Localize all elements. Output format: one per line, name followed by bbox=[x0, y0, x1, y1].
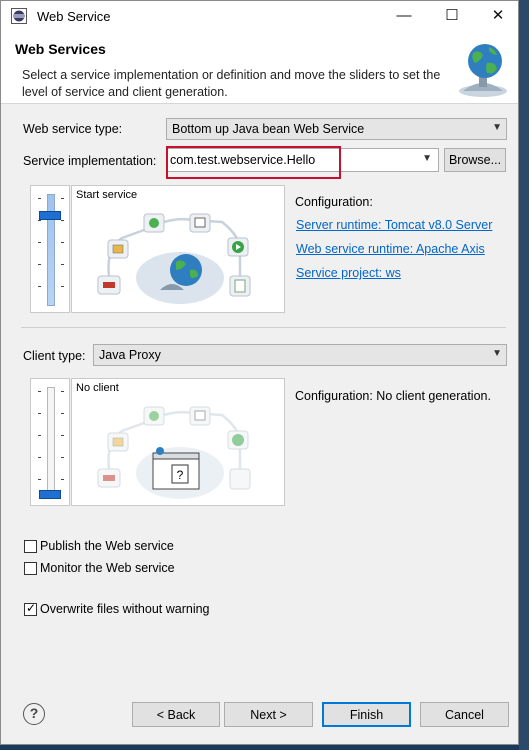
eclipse-app-icon bbox=[11, 8, 27, 24]
slider-tick bbox=[61, 264, 64, 265]
back-button[interactable]: < Back bbox=[132, 702, 220, 727]
svg-text:?: ? bbox=[177, 468, 184, 482]
service-type-label: Web service type: bbox=[23, 122, 123, 136]
client-type-select[interactable]: Java Proxy ▼ bbox=[93, 344, 507, 366]
overwrite-checkbox[interactable]: ✓ bbox=[24, 601, 37, 616]
service-project-link[interactable]: Service project: ws bbox=[296, 266, 401, 280]
slider-tick bbox=[38, 286, 41, 287]
publish-checkbox[interactable] bbox=[24, 540, 37, 553]
slider-tick bbox=[61, 286, 64, 287]
finish-button[interactable]: Finish bbox=[322, 702, 411, 727]
client-type-label: Client type: bbox=[23, 349, 86, 363]
slider-thumb[interactable] bbox=[39, 211, 61, 220]
slider-tick bbox=[61, 479, 64, 480]
slider-tick bbox=[61, 391, 64, 392]
server-runtime-link[interactable]: Server runtime: Tomcat v8.0 Server bbox=[296, 218, 492, 232]
title-bar: Web Service — ☐ ✕ bbox=[1, 1, 518, 31]
slider-tick bbox=[61, 413, 64, 414]
slider-tick bbox=[38, 413, 41, 414]
client-type-value: Java Proxy bbox=[99, 348, 161, 362]
service-type-select[interactable]: Bottom up Java bean Web Service ▼ bbox=[166, 118, 507, 140]
slider-tick bbox=[38, 242, 41, 243]
cancel-button[interactable]: Cancel bbox=[420, 702, 509, 727]
slider-tick bbox=[38, 457, 41, 458]
web-service-globe-icon bbox=[459, 44, 507, 97]
next-button[interactable]: Next > bbox=[224, 702, 313, 727]
wizard-header: Web Services Select a service implementa… bbox=[1, 31, 518, 104]
checkmark-icon: ✓ bbox=[26, 601, 37, 615]
client-illustration: No client ? bbox=[71, 378, 285, 506]
service-level-slider[interactable] bbox=[30, 185, 70, 313]
chevron-down-icon: ▼ bbox=[492, 122, 502, 133]
separator bbox=[21, 327, 506, 328]
slider-tick bbox=[61, 457, 64, 458]
slider-tick bbox=[38, 198, 41, 199]
service-illustration: Start service bbox=[71, 185, 285, 313]
web-service-dialog: Web Service — ☐ ✕ Web Services Select a … bbox=[0, 0, 519, 745]
slider-tick bbox=[61, 242, 64, 243]
overwrite-label: Overwrite files without warning bbox=[40, 602, 210, 616]
slider-tick bbox=[38, 391, 41, 392]
chevron-down-icon: ▼ bbox=[422, 153, 432, 164]
service-type-value: Bottom up Java bean Web Service bbox=[172, 122, 365, 136]
service-impl-label: Service implementation: bbox=[23, 154, 157, 168]
slider-tick bbox=[38, 435, 41, 436]
web-service-runtime-link[interactable]: Web service runtime: Apache Axis bbox=[296, 242, 485, 256]
help-icon[interactable]: ? bbox=[23, 703, 45, 725]
desktop-background bbox=[519, 0, 529, 750]
chevron-down-icon: ▼ bbox=[492, 348, 502, 359]
minimize-button[interactable]: — bbox=[381, 1, 427, 31]
slider-tick bbox=[38, 264, 41, 265]
client-level-slider[interactable] bbox=[30, 378, 70, 506]
monitor-label: Monitor the Web service bbox=[40, 561, 175, 575]
browse-button[interactable]: Browse... bbox=[444, 148, 506, 172]
service-config-label: Configuration: bbox=[295, 195, 373, 209]
slider-tick bbox=[61, 198, 64, 199]
slider-tick bbox=[38, 220, 41, 221]
slider-tick bbox=[38, 479, 41, 480]
slider-tick bbox=[61, 435, 64, 436]
page-title: Web Services bbox=[15, 41, 106, 57]
publish-label: Publish the Web service bbox=[40, 539, 174, 553]
slider-tick bbox=[61, 220, 64, 221]
close-button[interactable]: ✕ bbox=[475, 1, 518, 31]
slider-track bbox=[47, 387, 55, 499]
slider-thumb[interactable] bbox=[39, 490, 61, 499]
window-title: Web Service bbox=[37, 9, 111, 24]
client-proxy-window-icon: ? bbox=[152, 447, 200, 490]
maximize-button[interactable]: ☐ bbox=[429, 1, 475, 31]
monitor-checkbox[interactable] bbox=[24, 562, 37, 575]
page-description: Select a service implementation or defin… bbox=[22, 68, 441, 99]
client-config-text: Configuration: No client generation. bbox=[295, 389, 491, 403]
annotation-highlight-box bbox=[166, 146, 341, 179]
service-lifecycle-diagram bbox=[97, 213, 251, 304]
